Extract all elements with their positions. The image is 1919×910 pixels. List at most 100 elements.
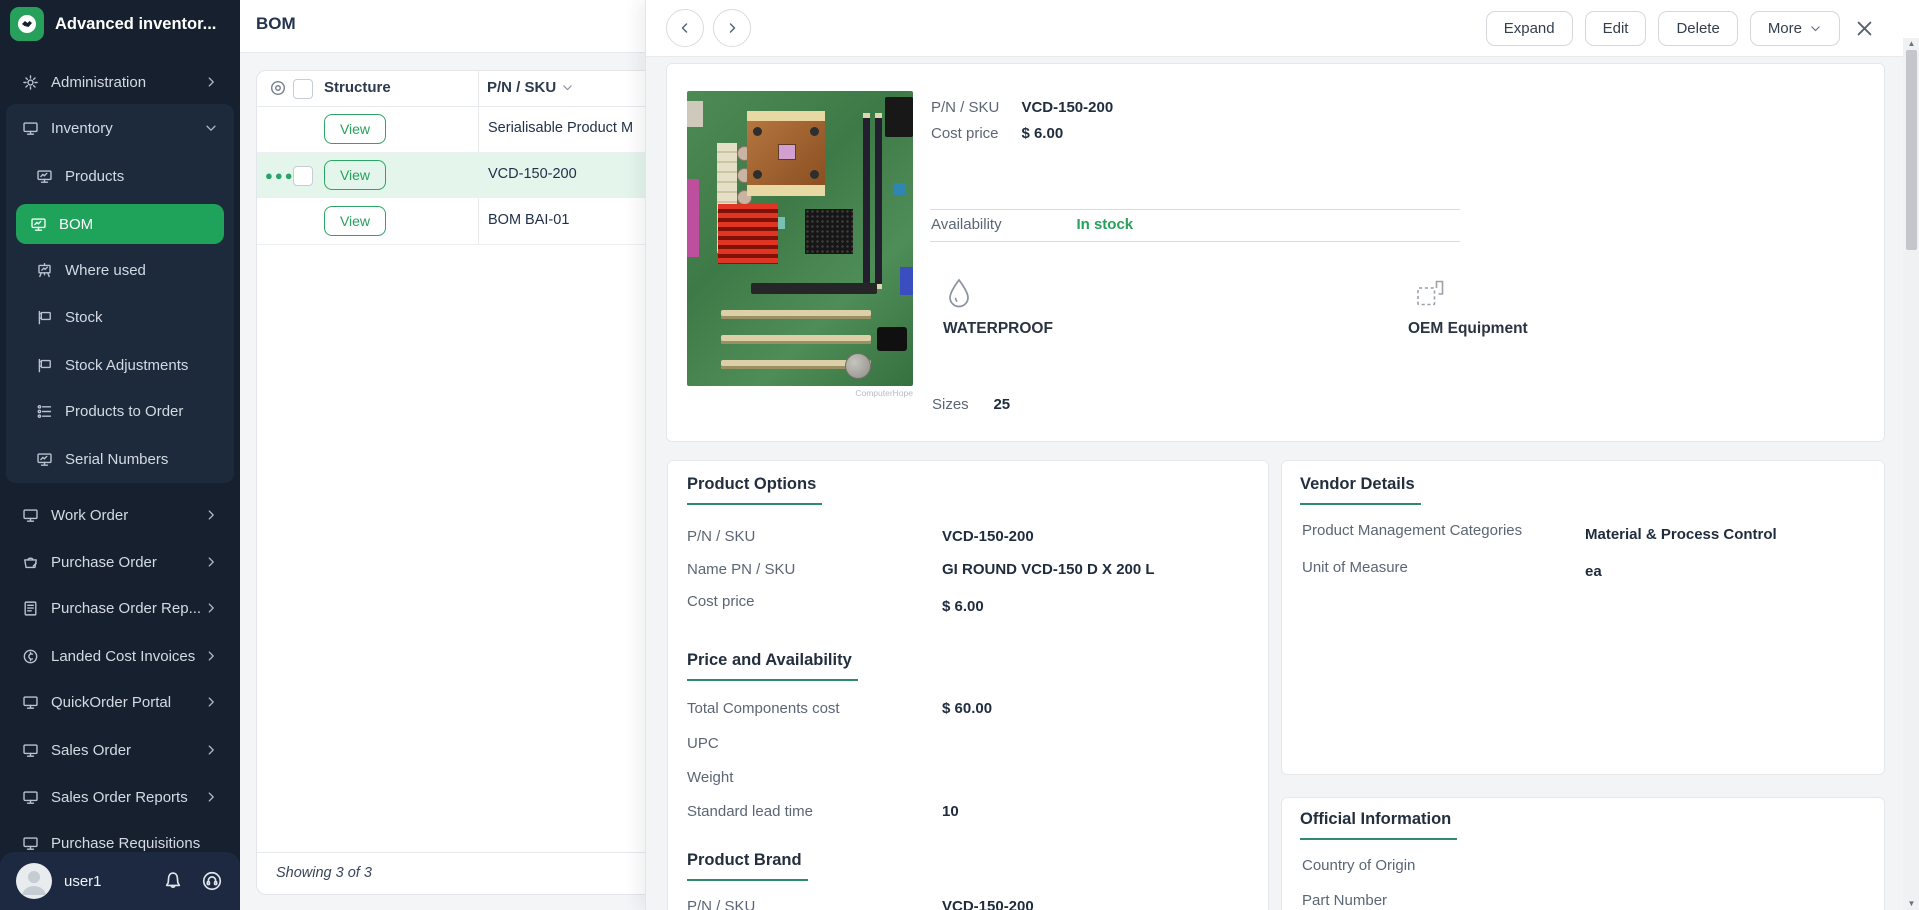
field-row: Part Number bbox=[1302, 890, 1864, 910]
section-heading: Vendor Details bbox=[1300, 475, 1421, 505]
board-detail bbox=[863, 113, 870, 289]
sidebar-item-inventory[interactable]: Inventory bbox=[8, 108, 232, 148]
view-button[interactable]: View bbox=[324, 114, 386, 144]
section-heading: Price and Availability bbox=[687, 651, 858, 681]
chevron-right-icon bbox=[204, 790, 218, 804]
sidebar-item-purchase-order-reports[interactable]: Purchase Order Rep... bbox=[8, 588, 232, 628]
board-detail bbox=[753, 170, 762, 179]
product-summary-card: ComputerHope P/N / SKU VCD-150-200 Cost … bbox=[666, 63, 1885, 442]
product-details-card: Product Options P/N / SKU VCD-150-200 Na… bbox=[667, 460, 1269, 910]
app-header: Advanced inventor... bbox=[0, 0, 240, 48]
view-button[interactable]: View bbox=[324, 160, 386, 190]
username: user1 bbox=[64, 873, 162, 890]
board-detail bbox=[751, 283, 877, 294]
scroll-up-arrow[interactable]: ▲ bbox=[1903, 38, 1919, 50]
product-image[interactable]: ComputerHope bbox=[685, 91, 915, 398]
board-detail bbox=[747, 184, 825, 196]
waterproof-icon bbox=[943, 277, 975, 309]
next-record-button[interactable] bbox=[713, 9, 751, 47]
scrollbar-thumb[interactable] bbox=[1906, 50, 1917, 250]
sidebar-item-serial-numbers[interactable]: Serial Numbers bbox=[8, 439, 232, 479]
more-button[interactable]: More bbox=[1750, 11, 1840, 46]
vertical-scrollbar[interactable]: ▲ ▼ bbox=[1903, 38, 1919, 910]
board-detail bbox=[805, 209, 853, 254]
sidebar-item-bom[interactable]: BOM bbox=[16, 204, 224, 244]
board-detail bbox=[753, 127, 762, 136]
table-row-selected[interactable]: ●●● View VCD-150-200 bbox=[257, 153, 673, 198]
monitor-icon bbox=[22, 742, 39, 759]
visibility-icon[interactable] bbox=[269, 79, 287, 97]
coin-icon bbox=[22, 648, 39, 665]
monitor-icon bbox=[22, 789, 39, 806]
sidebar-item-where-used[interactable]: Where used bbox=[8, 250, 232, 290]
table-header: Structure P/N / SKU bbox=[257, 71, 673, 107]
monitor-icon bbox=[22, 835, 39, 852]
section-heading: Product Options bbox=[687, 475, 822, 505]
board-detail bbox=[810, 127, 819, 136]
monitor-icon bbox=[22, 120, 39, 137]
row-pn-sku: Serialisable Product M bbox=[488, 120, 633, 136]
table-row[interactable]: View BOM BAI-01 bbox=[257, 198, 673, 245]
sidebar-item-products-to-order[interactable]: Products to Order bbox=[8, 391, 232, 431]
sidebar-footer: user1 bbox=[0, 852, 240, 910]
field-row: Country of Origin bbox=[1302, 855, 1864, 877]
edit-button[interactable]: Edit bbox=[1585, 11, 1647, 46]
status-badge: In stock bbox=[1076, 216, 1133, 233]
field-row: Name PN / SKU GI ROUND VCD-150 D X 200 L bbox=[687, 559, 1248, 581]
field-row: UPC bbox=[687, 733, 1248, 755]
table-row[interactable]: View Serialisable Product M bbox=[257, 106, 673, 153]
sidebar-item-administration[interactable]: Administration bbox=[8, 62, 232, 102]
vendor-details-card: Vendor Details Product Management Catego… bbox=[1281, 460, 1885, 775]
checklist-icon bbox=[36, 403, 53, 420]
board-detail bbox=[845, 353, 871, 379]
column-header-structure[interactable]: Structure bbox=[324, 79, 391, 96]
chevron-right-icon bbox=[204, 649, 218, 663]
chevron-right-icon bbox=[204, 601, 218, 615]
board-detail bbox=[875, 113, 882, 289]
row-pn-sku: VCD-150-200 bbox=[488, 166, 577, 182]
chevron-right-icon bbox=[204, 695, 218, 709]
field-row: Product Management Categories Material &… bbox=[1302, 520, 1864, 542]
board-detail bbox=[893, 183, 906, 195]
basket-icon bbox=[22, 554, 39, 571]
row-checkbox[interactable] bbox=[293, 166, 313, 186]
sidebar-item-work-order[interactable]: Work Order bbox=[8, 495, 232, 535]
official-information-card: Official Information Country of Origin P… bbox=[1281, 797, 1885, 910]
sidebar-item-sales-order-reports[interactable]: Sales Order Reports bbox=[8, 777, 232, 817]
view-button[interactable]: View bbox=[324, 206, 386, 236]
field-row: P/N / SKU VCD-150-200 bbox=[931, 97, 1113, 119]
sidebar-item-quickorder-portal[interactable]: QuickOrder Portal bbox=[8, 682, 232, 722]
avatar[interactable] bbox=[16, 863, 52, 899]
support-icon[interactable] bbox=[201, 870, 223, 892]
prev-record-button[interactable] bbox=[666, 9, 704, 47]
sidebar-item-landed-cost-invoices[interactable]: Landed Cost Invoices bbox=[8, 636, 232, 676]
expand-button[interactable]: Expand bbox=[1486, 11, 1573, 46]
sidebar-item-stock[interactable]: Stock bbox=[8, 297, 232, 337]
field-row: Unit of Measure ea bbox=[1302, 557, 1864, 579]
app-logo-icon[interactable] bbox=[10, 7, 44, 41]
scroll-down-arrow[interactable]: ▼ bbox=[1903, 898, 1919, 910]
board-detail bbox=[900, 267, 913, 295]
chevron-right-icon bbox=[204, 508, 218, 522]
oem-equipment-label: OEM Equipment bbox=[1408, 320, 1528, 338]
close-icon[interactable] bbox=[1855, 19, 1874, 38]
sidebar-item-products[interactable]: Products bbox=[8, 156, 232, 196]
board-detail bbox=[778, 144, 796, 160]
sidebar-item-stock-adjustments[interactable]: Stock Adjustments bbox=[8, 345, 232, 385]
sidebar: Advanced inventor... Administration Inve… bbox=[0, 0, 240, 910]
bell-icon[interactable] bbox=[162, 870, 184, 892]
flag-icon bbox=[36, 309, 53, 326]
sidebar-item-purchase-order[interactable]: Purchase Order bbox=[8, 542, 232, 582]
detail-panel: Expand Edit Delete More bbox=[645, 0, 1919, 910]
image-watermark: ComputerHope bbox=[855, 388, 913, 398]
field-row: P/N / SKU VCD-150-200 bbox=[687, 526, 1248, 548]
column-header-pn-sku[interactable]: P/N / SKU bbox=[487, 79, 574, 96]
row-menu-icon[interactable]: ●●● bbox=[265, 168, 295, 183]
gear-icon bbox=[22, 74, 39, 91]
sidebar-item-sales-order[interactable]: Sales Order bbox=[8, 730, 232, 770]
select-all-checkbox[interactable] bbox=[293, 79, 313, 99]
delete-button[interactable]: Delete bbox=[1658, 11, 1737, 46]
section-heading: Product Brand bbox=[687, 851, 808, 881]
sort-chevron-icon[interactable] bbox=[561, 81, 574, 94]
chevron-right-icon bbox=[204, 75, 218, 89]
